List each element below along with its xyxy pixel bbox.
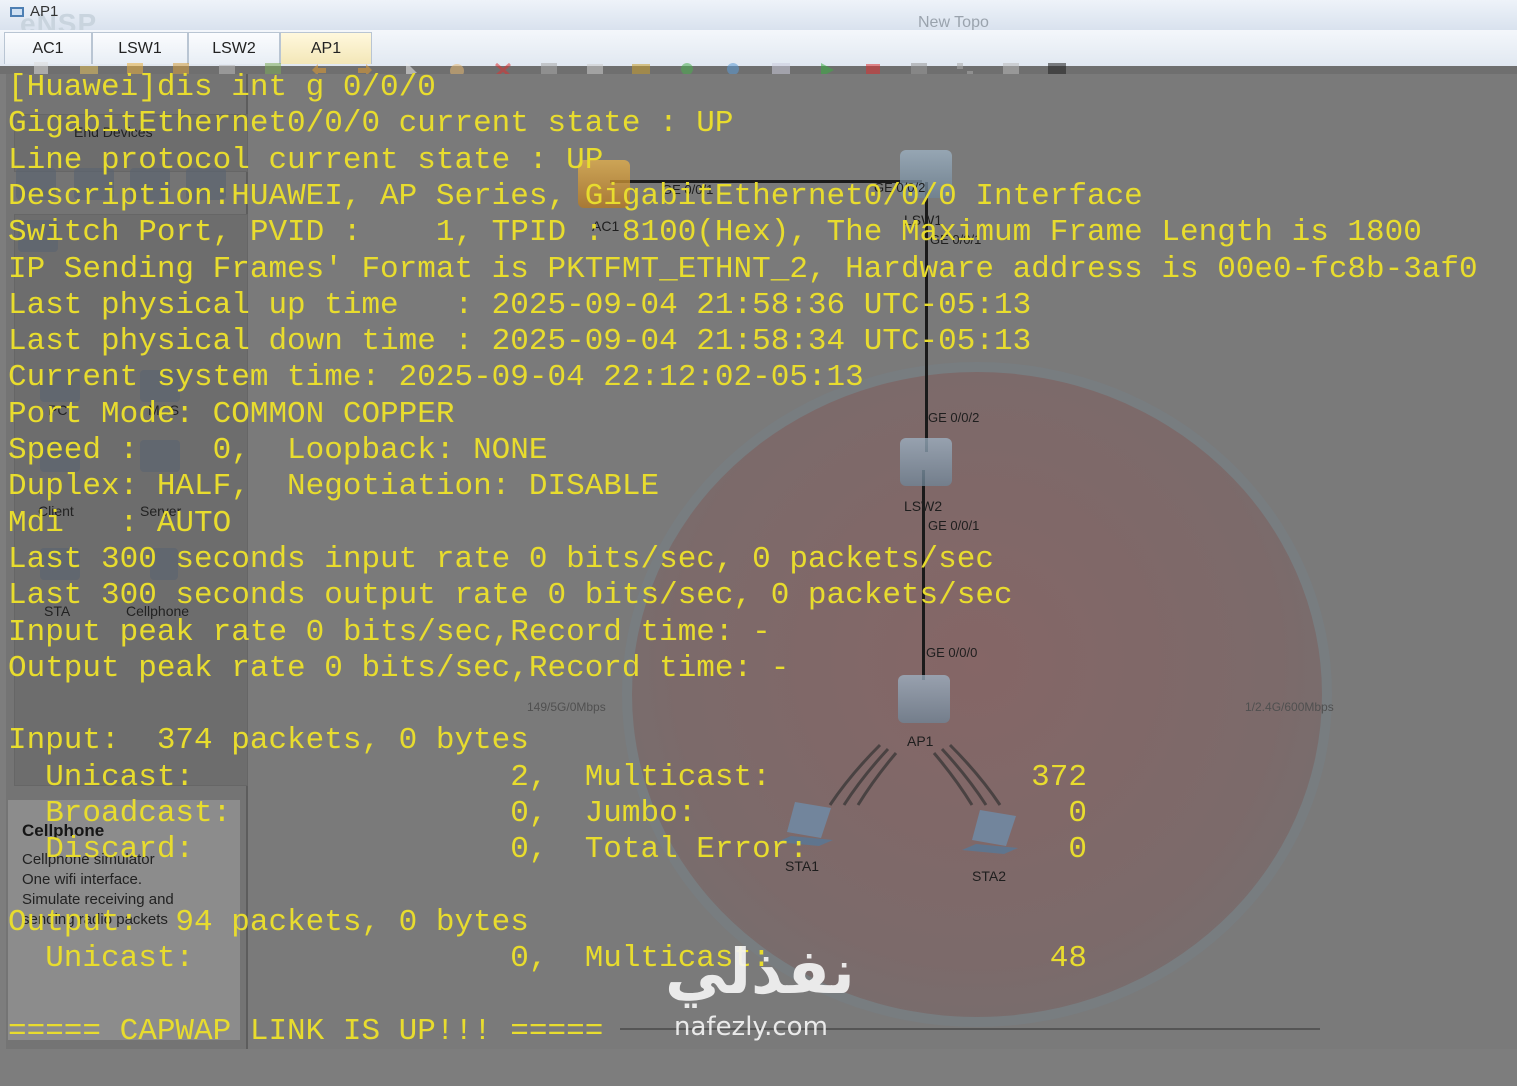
terminal-line: Input peak rate 0 bits/sec,Record time: …	[8, 614, 771, 650]
terminal-line: Last 300 seconds output rate 0 bits/sec,…	[8, 578, 1013, 614]
terminal-line: Duplex: HALF, Negotiation: DISABLE	[8, 469, 660, 505]
terminal-line: Discard: 0, Total Error: 0	[8, 832, 1087, 868]
terminal-line: Description:HUAWEI, AP Series, GigabitEt…	[8, 178, 1143, 214]
watermark-logo-latin: nafezly.com	[674, 1012, 828, 1042]
terminal-line: Input: 374 packets, 0 bytes	[8, 723, 529, 759]
terminal-line: Broadcast: 0, Jumbo: 0	[8, 796, 1087, 831]
terminal-line: Current system time: 2025-09-04 22:12:02…	[8, 360, 864, 396]
terminal-line: Port Mode: COMMON COPPER	[8, 396, 455, 432]
console-terminal[interactable]: [Huawei]dis int g 0/0/0 GigabitEthernet0…	[0, 70, 1517, 1049]
terminal-line: [Huawei]dis int g 0/0/0	[8, 70, 436, 105]
terminal-line: Output peak rate 0 bits/sec,Record time:…	[8, 650, 790, 686]
terminal-line: Output: 94 packets, 0 bytes	[8, 904, 529, 940]
terminal-line: Speed : 0, Loopback: NONE	[8, 433, 548, 468]
tab-label: LSW1	[118, 39, 162, 57]
tab-label: AC1	[32, 39, 64, 57]
terminal-line: Switch Port, PVID : 1, TPID : 8100(Hex),…	[8, 215, 1422, 251]
terminal-line: GigabitEthernet0/0/0 current state : UP	[8, 106, 734, 142]
terminal-line: Mdi : AUTO	[8, 505, 232, 541]
terminal-line: Unicast: 0, Multicast: 48	[8, 941, 1087, 977]
terminal-line: Line protocol current state : UP	[8, 142, 604, 178]
terminal-line: Last physical up time : 2025-09-04 21:58…	[8, 287, 1032, 323]
watermark-logo-arabic: نفذلي	[665, 935, 855, 1008]
tab-label: AP1	[310, 39, 342, 57]
terminal-line: ===== CAPWAP LINK IS UP!!! =====	[8, 1013, 604, 1049]
terminal-line: Last 300 seconds input rate 0 bits/sec, …	[8, 541, 994, 577]
title-bar: eNSP AP1 New Topo	[0, 0, 1517, 39]
terminal-line: IP Sending Frames' Format is PKTFMT_ETHN…	[8, 251, 1478, 287]
window-title: AP1	[30, 3, 59, 20]
terminal-line: Last physical down time : 2025-09-04 21:…	[8, 324, 1032, 360]
tab-label: LSW2	[212, 39, 256, 57]
terminal-line: Unicast: 2, Multicast: 372	[8, 759, 1087, 795]
